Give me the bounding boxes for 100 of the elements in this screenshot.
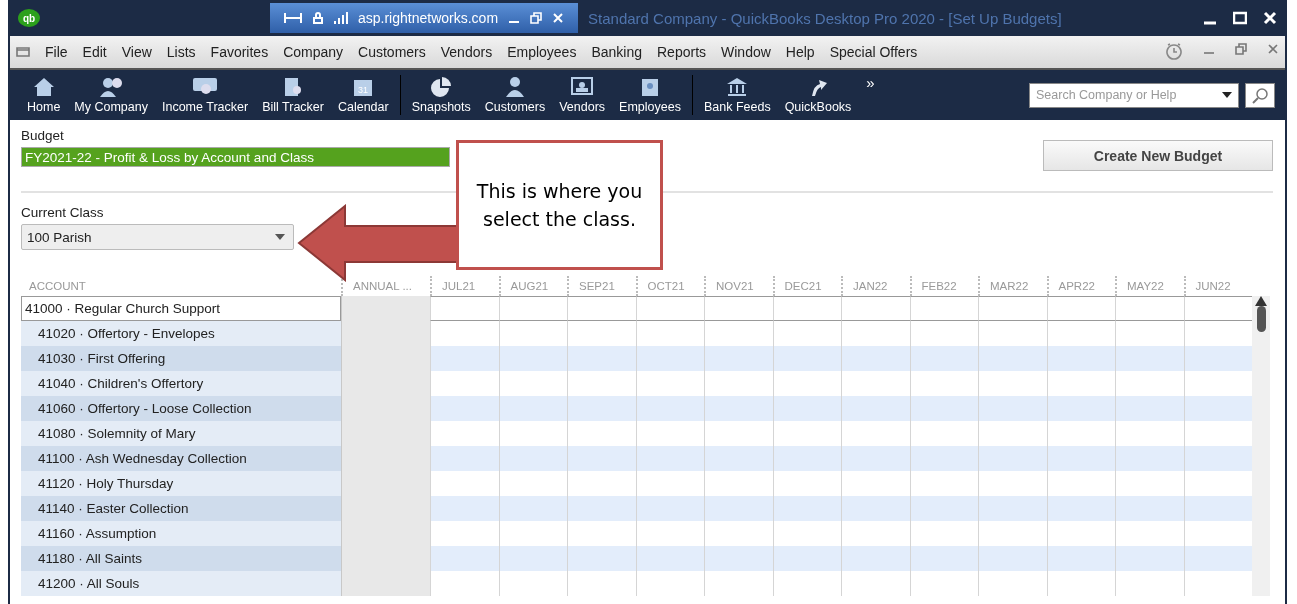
month-cell[interactable] [1046,296,1115,321]
menu-item[interactable]: Special Offers [829,44,918,60]
month-cell[interactable] [498,546,567,571]
month-cell[interactable] [1115,296,1184,321]
month-cell[interactable] [841,396,910,421]
month-cell[interactable] [841,496,910,521]
restore-icon[interactable] [1235,43,1247,55]
month-cell[interactable] [1183,546,1252,571]
month-cell[interactable] [567,446,636,471]
month-cell[interactable] [1183,396,1252,421]
month-cell[interactable] [909,396,978,421]
menu-item[interactable]: Banking [591,44,642,60]
account-cell[interactable]: 41060 · Offertory - Loose Collection [21,396,341,421]
month-cell[interactable] [1046,346,1115,371]
month-cell[interactable] [978,496,1047,521]
month-cell[interactable] [909,546,978,571]
account-cell[interactable]: 41160 · Assumption [21,521,341,546]
month-cell[interactable] [978,396,1047,421]
month-cell[interactable] [1183,446,1252,471]
menu-item[interactable]: Window [721,44,771,60]
month-cell[interactable] [978,346,1047,371]
month-cell[interactable] [1046,496,1115,521]
toolbar-button[interactable]: Employees [612,76,688,114]
scroll-thumb[interactable] [1256,306,1266,332]
month-cell[interactable] [978,446,1047,471]
toolbar-button[interactable]: QuickBooks [777,76,859,114]
month-cell[interactable] [1115,546,1184,571]
month-cell[interactable] [1046,446,1115,471]
toolbar-button[interactable]: Bank Feeds [696,76,778,114]
month-cell[interactable] [772,346,841,371]
month-cell[interactable] [909,496,978,521]
month-cell[interactable] [1115,496,1184,521]
account-cell[interactable]: 41080 · Solemnity of Mary [21,421,341,446]
menu-item[interactable]: View [121,44,152,60]
month-cell[interactable] [909,346,978,371]
menu-item[interactable]: Customers [358,44,426,60]
month-cell[interactable] [1115,346,1184,371]
month-cell[interactable] [772,496,841,521]
month-cell[interactable] [1115,396,1184,421]
pin-icon[interactable] [284,12,302,24]
account-cell[interactable]: 41040 · Children's Offertory [21,371,341,396]
lock-icon[interactable] [312,12,324,24]
account-cell[interactable]: 41000 · Regular Church Support [21,296,341,321]
month-cell[interactable] [1115,446,1184,471]
maximize-icon[interactable] [1233,11,1247,25]
toolbar-button[interactable]: 31 Calendar [330,76,396,114]
month-cell[interactable] [498,446,567,471]
scrollbar[interactable] [1252,296,1270,596]
month-cell[interactable] [430,296,499,321]
month-cell[interactable] [430,346,499,371]
clock-icon[interactable] [1165,43,1183,61]
month-cell[interactable] [772,396,841,421]
month-cell[interactable] [1046,396,1115,421]
month-cell[interactable] [635,346,704,371]
month-cell[interactable] [841,546,910,571]
toolbar-button[interactable]: My Company [67,76,155,114]
menu-item[interactable]: File [45,44,68,60]
month-cell[interactable] [567,296,636,321]
month-cell[interactable] [567,346,636,371]
menu-item[interactable]: Help [785,44,815,60]
toolbar-button[interactable]: Income Tracker [155,76,256,114]
toolbar-button[interactable]: Customers [477,76,553,114]
class-dropdown[interactable]: 100 Parish [21,224,294,250]
month-cell[interactable] [1183,346,1252,371]
month-cell[interactable] [841,296,910,321]
month-cell[interactable] [430,496,499,521]
dropdown-caret-icon[interactable] [275,234,285,240]
account-cell[interactable]: 41030 · First Offering [21,346,341,371]
month-cell[interactable] [909,296,978,321]
month-cell[interactable] [841,446,910,471]
month-cell[interactable] [1183,496,1252,521]
account-cell[interactable]: 41200 · All Souls [21,571,341,596]
month-cell[interactable] [498,496,567,521]
month-cell[interactable] [635,446,704,471]
month-cell[interactable] [1046,546,1115,571]
account-cell[interactable]: 41180 · All Saints [21,546,341,571]
menu-item[interactable]: Favorites [210,44,269,60]
more-chevron[interactable]: » [866,74,875,91]
toolbar-button[interactable]: Home [20,76,68,114]
create-budget-button[interactable]: Create New Budget [1043,140,1273,171]
account-cell[interactable]: 41140 · Easter Collection [21,496,341,521]
month-cell[interactable] [567,546,636,571]
account-cell[interactable]: 41020 · Offertory - Envelopes [21,321,341,346]
dropdown-caret-icon[interactable] [1222,92,1232,98]
month-cell[interactable] [1183,296,1252,321]
menu-item[interactable]: Edit [82,44,107,60]
account-cell[interactable]: 41100 · Ash Wednesday Collection [21,446,341,471]
toolbar-button[interactable]: Vendors [552,76,613,114]
month-cell[interactable] [498,346,567,371]
month-cell[interactable] [635,546,704,571]
menu-item[interactable]: Reports [657,44,707,60]
month-cell[interactable] [978,546,1047,571]
month-cell[interactable] [567,496,636,521]
search-icon[interactable] [1245,82,1275,108]
month-cell[interactable] [430,546,499,571]
month-cell[interactable] [704,496,773,521]
month-cell[interactable] [635,396,704,421]
toolbar-button[interactable]: Snapshots [404,76,478,114]
month-cell[interactable] [978,296,1047,321]
month-cell[interactable] [704,296,773,321]
